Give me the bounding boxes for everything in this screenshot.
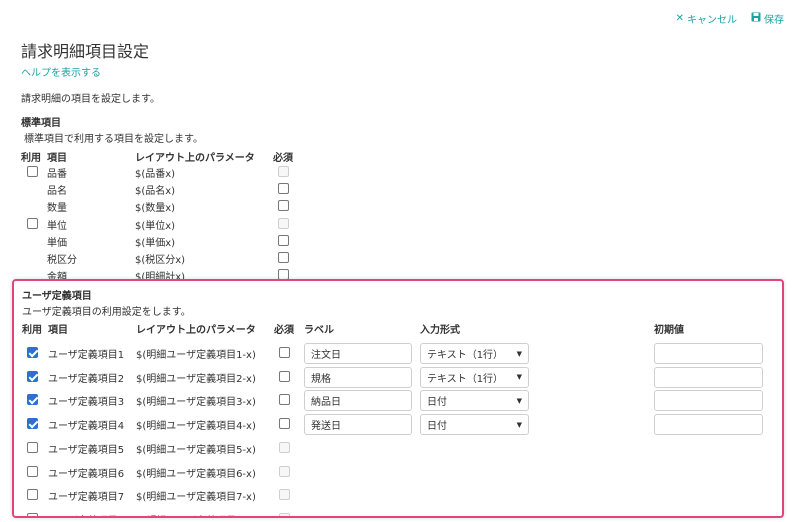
top-actions: ✕ キャンセル 保存 <box>676 11 784 26</box>
udef-item-param: $(明細ユーザ定義項目8-x) <box>136 512 256 517</box>
help-link[interactable]: ヘルプを表示する <box>21 64 101 79</box>
udef-item-param: $(明細ユーザ定義項目2-x) <box>136 373 256 385</box>
udef-input-type-value: 日付 <box>427 397 447 409</box>
udef-required-checkbox <box>279 489 290 501</box>
user-defined-section: ユーザ定義項目 ユーザ定義項目の利用設定をします。 利用 項目 レイアウト上のパ… <box>12 279 784 518</box>
std-required-checkbox[interactable] <box>278 183 289 195</box>
std-item-name: 品番 <box>47 169 67 180</box>
udef-required-checkbox[interactable] <box>279 394 290 406</box>
page-title: 請求明細項目設定 <box>21 42 150 61</box>
udef-label-input[interactable]: 注文日 <box>304 343 412 364</box>
standard-items-section: 標準項目 標準項目で利用する項目を設定します。 <box>21 114 781 145</box>
std-required-checkbox <box>278 217 289 229</box>
udef-item-name: ユーザ定義項目7 <box>48 492 125 504</box>
udef-required-checkbox <box>279 465 290 477</box>
udef-item-name: ユーザ定義項目1 <box>48 350 125 361</box>
udef-input-type-value: テキスト（1行） <box>427 373 504 385</box>
std-item-param: $(品番x) <box>135 169 176 180</box>
udef-use-checkbox[interactable] <box>27 465 38 477</box>
standard-section-subtitle: 標準項目で利用する項目を設定します。 <box>24 134 203 145</box>
udef-input-type-select[interactable]: 日付 ▼ <box>420 390 529 412</box>
std-required-checkbox[interactable] <box>278 252 289 263</box>
chevron-down-icon: ▼ <box>516 373 522 382</box>
udef-use-checkbox[interactable] <box>27 394 38 406</box>
std-item-name: 単位 <box>47 220 67 232</box>
std-item-name: 品名 <box>47 186 67 198</box>
std-item-param: $(税区分x) <box>135 255 186 266</box>
chevron-down-icon: ▼ <box>516 396 522 405</box>
udef-header-label: ラベル <box>304 325 334 336</box>
udef-initial-input[interactable] <box>654 366 763 388</box>
udef-input-type-value: テキスト（1行） <box>427 350 504 361</box>
udef-header-item: 項目 <box>48 325 68 336</box>
udef-item-name: ユーザ定義項目8 <box>48 512 124 517</box>
udef-item-param: $(明細ユーザ定義項目3-x) <box>136 397 256 409</box>
udef-use-checkbox[interactable] <box>27 347 38 358</box>
udef-item-param: $(明細ユーザ定義項目1-x) <box>136 350 256 361</box>
udef-header-param: レイアウト上のパラメータ <box>136 325 256 336</box>
udef-header-input-type: 入力形式 <box>420 325 460 336</box>
udef-required-checkbox <box>279 441 290 453</box>
udef-use-checkbox[interactable] <box>27 370 38 382</box>
udef-input-type-select[interactable]: テキスト（1行） ▼ <box>420 343 529 364</box>
udef-input-type-select[interactable]: テキスト（1行） ▼ <box>420 366 529 388</box>
udef-label-input[interactable]: 納品日 <box>304 390 412 412</box>
std-item-param: $(数量x) <box>135 203 176 215</box>
udef-input-type-select[interactable]: 日付 ▼ <box>420 414 529 436</box>
udef-initial-input[interactable] <box>654 390 763 412</box>
udef-header-initial: 初期値 <box>654 325 684 336</box>
udef-initial-input[interactable] <box>654 414 763 436</box>
udef-required-checkbox[interactable] <box>279 370 290 382</box>
udef-use-checkbox[interactable] <box>27 512 38 516</box>
std-item-name: 税区分 <box>47 255 77 266</box>
udef-label-input[interactable]: 規格 <box>304 366 412 388</box>
udef-section-subtitle: ユーザ定義項目の利用設定をします。 <box>22 307 191 318</box>
udef-item-name: ユーザ定義項目2 <box>48 373 125 385</box>
udef-input-type-value: 日付 <box>427 421 447 433</box>
cancel-label: キャンセル <box>687 15 737 26</box>
udef-section-title: ユーザ定義項目 <box>22 291 92 302</box>
page-description: 請求明細の項目を設定します。 <box>21 94 160 105</box>
save-link[interactable]: 保存 <box>751 11 784 26</box>
std-item-param: $(品名x) <box>135 186 176 198</box>
udef-required-checkbox <box>279 512 290 516</box>
udef-item-name: ユーザ定義項目5 <box>48 444 125 456</box>
udef-use-checkbox[interactable] <box>27 441 38 453</box>
udef-item-name: ユーザ定義項目4 <box>48 421 125 433</box>
udef-item-param: $(明細ユーザ定義項目6-x) <box>136 468 256 480</box>
udef-item-param: $(明細ユーザ定義項目4-x) <box>136 421 256 433</box>
chevron-down-icon: ▼ <box>516 349 522 358</box>
udef-item-param: $(明細ユーザ定義項目5-x) <box>136 444 256 456</box>
udef-label-input[interactable]: 発送日 <box>304 414 412 436</box>
std-header-item: 項目 <box>47 153 67 164</box>
udef-item-name: ユーザ定義項目3 <box>48 397 125 409</box>
udef-use-checkbox[interactable] <box>27 489 38 501</box>
std-required-checkbox[interactable] <box>278 234 289 246</box>
save-label: 保存 <box>764 15 784 26</box>
std-required-checkbox[interactable] <box>278 200 289 212</box>
std-header-required: 必須 <box>273 153 293 164</box>
udef-item-param: $(明細ユーザ定義項目7-x) <box>136 492 256 504</box>
udef-required-checkbox[interactable] <box>279 347 290 358</box>
udef-use-checkbox[interactable] <box>27 418 38 430</box>
udef-header-use: 利用 <box>22 325 42 336</box>
udef-required-checkbox[interactable] <box>279 418 290 430</box>
chevron-down-icon: ▼ <box>516 420 522 429</box>
std-item-name: 単価 <box>47 237 67 249</box>
std-required-checkbox <box>278 166 289 177</box>
std-item-param: $(単位x) <box>135 220 176 232</box>
close-icon: ✕ <box>675 13 684 24</box>
std-item-name: 数量 <box>47 203 67 215</box>
udef-item-name: ユーザ定義項目6 <box>48 468 125 480</box>
udef-initial-input[interactable] <box>654 343 763 364</box>
std-header-param: レイアウト上のパラメータ <box>135 153 255 164</box>
cancel-link[interactable]: ✕ キャンセル <box>676 11 737 26</box>
standard-section-title: 標準項目 <box>21 118 61 129</box>
std-item-param: $(単価x) <box>135 237 176 249</box>
udef-header-required: 必須 <box>274 325 294 336</box>
std-use-checkbox[interactable] <box>27 166 38 177</box>
std-use-checkbox[interactable] <box>27 217 38 229</box>
floppy-disk-icon <box>751 12 761 25</box>
std-header-use: 利用 <box>21 153 41 164</box>
